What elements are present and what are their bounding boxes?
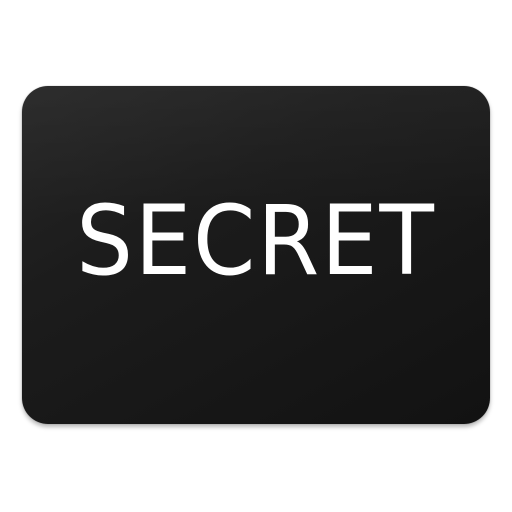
secret-card-icon: SECRET [22,86,490,424]
secret-label: SECRET [76,185,436,297]
